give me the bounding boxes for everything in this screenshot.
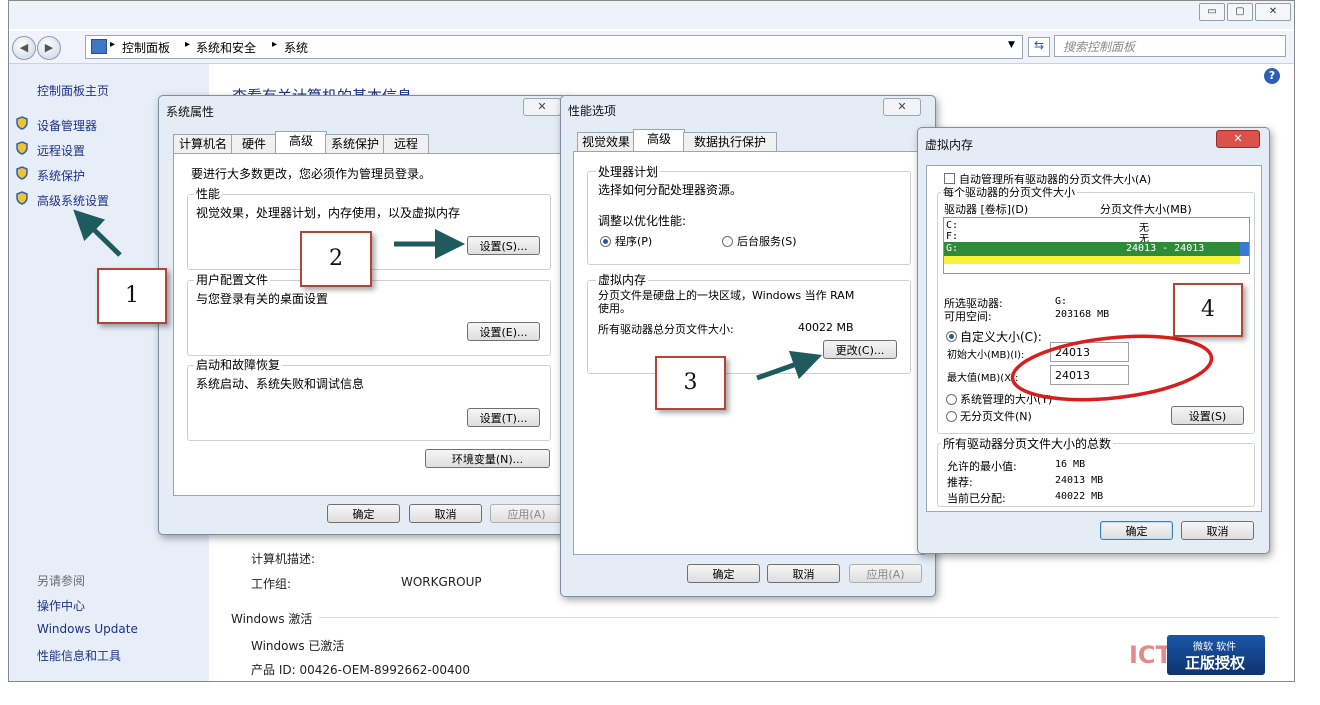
- step-3-label: 3: [655, 356, 726, 410]
- annotation-overlay: [73, 209, 1214, 402]
- step-4-label: 4: [1173, 283, 1243, 337]
- arrow-to-advanced-settings: [73, 209, 122, 257]
- arrow-to-change-button: [756, 350, 823, 381]
- highlight-ellipse: [1010, 334, 1214, 402]
- step-1-label: 1: [97, 268, 167, 324]
- step-2-label: 2: [300, 231, 372, 287]
